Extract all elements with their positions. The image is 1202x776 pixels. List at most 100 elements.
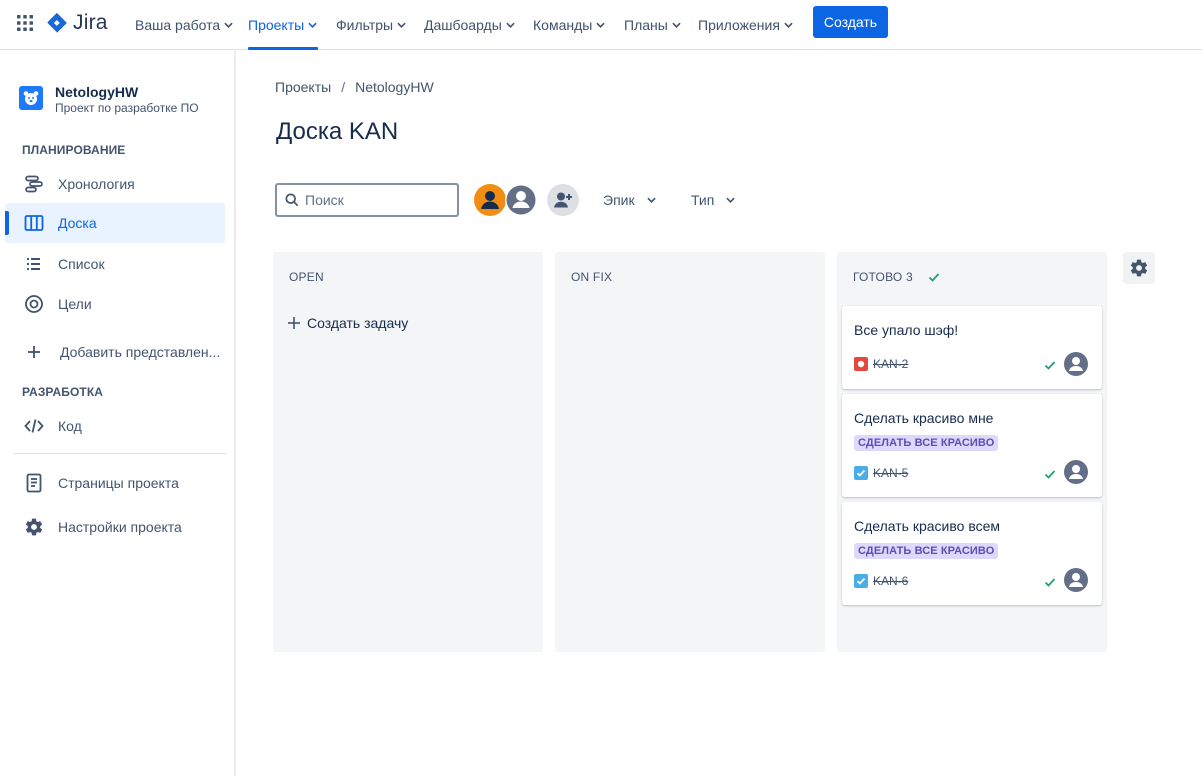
breadcrumb-project[interactable]: NetologyHW bbox=[355, 79, 434, 95]
nav-projects-label: Проекты bbox=[248, 17, 305, 33]
column-title: ГОТОВО 3 bbox=[853, 270, 913, 284]
add-person-icon bbox=[547, 184, 579, 216]
issue-key[interactable]: KAN-6 bbox=[873, 574, 908, 588]
issue-key[interactable]: KAN-5 bbox=[873, 466, 908, 480]
sidebar-item-code-label: Код bbox=[58, 418, 82, 434]
issue-card[interactable]: Все упало шэф! KAN-2 bbox=[842, 306, 1102, 389]
nav-your-work-label: Ваша работа bbox=[135, 17, 221, 33]
column-title: OPEN bbox=[289, 270, 324, 284]
sidebar-item-project-pages-label: Страницы проекта bbox=[58, 475, 179, 491]
sidebar-item-list[interactable]: Список bbox=[5, 244, 225, 284]
nav-teams[interactable]: Команды bbox=[533, 0, 606, 50]
sidebar-item-timeline-label: Хронология bbox=[58, 176, 135, 192]
assignee-avatar-icon[interactable] bbox=[1064, 568, 1088, 592]
issue-key[interactable]: KAN-2 bbox=[873, 357, 908, 371]
sidebar-item-goals[interactable]: Цели bbox=[5, 284, 225, 324]
nav-projects[interactable]: Проекты bbox=[248, 0, 318, 50]
timeline-icon bbox=[24, 174, 44, 194]
nav-filters[interactable]: Фильтры bbox=[336, 0, 406, 50]
user-avatar-icon bbox=[505, 184, 537, 216]
task-icon bbox=[854, 466, 868, 480]
type-filter-dropdown[interactable]: Тип bbox=[691, 184, 736, 216]
create-issue-button[interactable]: Создать задачу bbox=[287, 315, 408, 331]
assignee-avatar-icon[interactable] bbox=[1064, 352, 1088, 376]
create-button[interactable]: Создать bbox=[813, 6, 888, 38]
issue-footer: KAN-2 bbox=[854, 357, 908, 371]
avatar-filter-user-2[interactable] bbox=[505, 184, 537, 216]
chevron-down-icon bbox=[784, 22, 793, 28]
type-filter-label: Тип bbox=[691, 192, 715, 208]
project-avatar-icon bbox=[23, 91, 39, 105]
breadcrumb-projects[interactable]: Проекты bbox=[275, 79, 331, 95]
sidebar-item-project-settings[interactable]: Настройки проекта bbox=[5, 507, 225, 547]
jira-logo[interactable]: Jira bbox=[46, 10, 108, 36]
goals-icon bbox=[24, 294, 44, 314]
epic-lozenge[interactable]: СДЕЛАТЬ ВСЕ КРАСИВО bbox=[854, 543, 999, 559]
project-subtitle: Проект по разработке ПО bbox=[55, 101, 199, 115]
nav-plans[interactable]: Планы bbox=[624, 0, 681, 50]
issue-footer: KAN-6 bbox=[854, 574, 908, 588]
user-avatar-icon bbox=[474, 184, 506, 216]
chevron-down-icon bbox=[397, 22, 406, 28]
column-header: ГОТОВО 3 bbox=[853, 270, 941, 284]
top-navigation: Jira Ваша работа Проекты Фильтры Дашбоар… bbox=[0, 0, 1202, 50]
board-settings-button[interactable] bbox=[1123, 252, 1155, 284]
sidebar-item-project-settings-label: Настройки проекта bbox=[58, 519, 182, 535]
nav-apps-label: Приложения bbox=[698, 17, 780, 33]
issue-summary: Сделать красиво всем bbox=[854, 518, 1001, 534]
nav-apps[interactable]: Приложения bbox=[698, 0, 793, 50]
issue-summary: Сделать красиво мне bbox=[854, 410, 994, 426]
jira-logo-icon bbox=[47, 12, 67, 33]
search-input[interactable] bbox=[305, 192, 445, 208]
development-section-title: РАЗРАБОТКА bbox=[22, 385, 104, 399]
page-icon bbox=[24, 473, 44, 493]
sidebar-divider bbox=[14, 453, 226, 454]
jira-logo-text: Jira bbox=[73, 11, 108, 34]
breadcrumb-separator: / bbox=[341, 79, 346, 95]
board-column-on-fix: ON FIX bbox=[555, 252, 825, 652]
issue-card[interactable]: Сделать красиво мне СДЕЛАТЬ ВСЕ КРАСИВО … bbox=[842, 394, 1102, 497]
sidebar-item-timeline[interactable]: Хронология bbox=[5, 164, 225, 204]
epic-lozenge[interactable]: СДЕЛАТЬ ВСЕ КРАСИВО bbox=[854, 435, 999, 451]
add-view-button[interactable]: Добавить представлен... bbox=[5, 332, 225, 372]
add-people-button[interactable] bbox=[547, 184, 579, 216]
chevron-down-icon bbox=[646, 197, 656, 203]
breadcrumb: Проекты / NetologyHW bbox=[275, 79, 434, 95]
project-name[interactable]: NetologyHW bbox=[55, 84, 138, 100]
column-title: ON FIX bbox=[571, 270, 613, 284]
sidebar-item-goals-label: Цели bbox=[58, 296, 92, 312]
nav-dashboards[interactable]: Дашбоарды bbox=[424, 0, 515, 50]
done-check-icon bbox=[1044, 470, 1056, 479]
gear-icon bbox=[1130, 259, 1148, 277]
board-icon bbox=[24, 213, 44, 233]
done-check-icon bbox=[1044, 361, 1056, 370]
project-avatar[interactable] bbox=[19, 86, 43, 110]
chevron-down-icon bbox=[224, 22, 233, 28]
search-icon bbox=[285, 193, 299, 207]
chevron-down-icon bbox=[506, 22, 515, 28]
issue-card[interactable]: Сделать красиво всем СДЕЛАТЬ ВСЕ КРАСИВО… bbox=[842, 502, 1102, 605]
issue-footer: KAN-5 bbox=[854, 466, 908, 480]
chevron-down-icon bbox=[672, 22, 681, 28]
search-field[interactable] bbox=[275, 183, 459, 217]
avatar-filter-user-1[interactable] bbox=[474, 184, 506, 216]
task-icon bbox=[854, 574, 868, 588]
project-sidebar: NetologyHW Проект по разработке ПО ПЛАНИ… bbox=[0, 51, 236, 776]
done-check-icon bbox=[1044, 578, 1056, 587]
chevron-down-icon bbox=[596, 22, 606, 28]
nav-dashboards-label: Дашбоарды bbox=[424, 17, 502, 33]
sidebar-item-board[interactable]: Доска bbox=[5, 203, 225, 243]
sidebar-item-project-pages[interactable]: Страницы проекта bbox=[5, 463, 225, 503]
nav-your-work[interactable]: Ваша работа bbox=[135, 0, 233, 50]
epic-filter-dropdown[interactable]: Эпик bbox=[603, 184, 656, 216]
sidebar-item-code[interactable]: Код bbox=[5, 406, 225, 446]
nav-filters-label: Фильтры bbox=[336, 17, 394, 33]
board-column-open: OPEN Создать задачу bbox=[273, 252, 543, 652]
plus-icon bbox=[24, 342, 44, 362]
column-header: ON FIX bbox=[571, 270, 612, 284]
add-view-label: Добавить представлен... bbox=[60, 344, 221, 360]
app-switcher-icon[interactable] bbox=[15, 13, 35, 33]
plus-icon bbox=[288, 317, 300, 329]
sidebar-item-board-label: Доска bbox=[58, 215, 97, 231]
assignee-avatar-icon[interactable] bbox=[1064, 460, 1088, 484]
